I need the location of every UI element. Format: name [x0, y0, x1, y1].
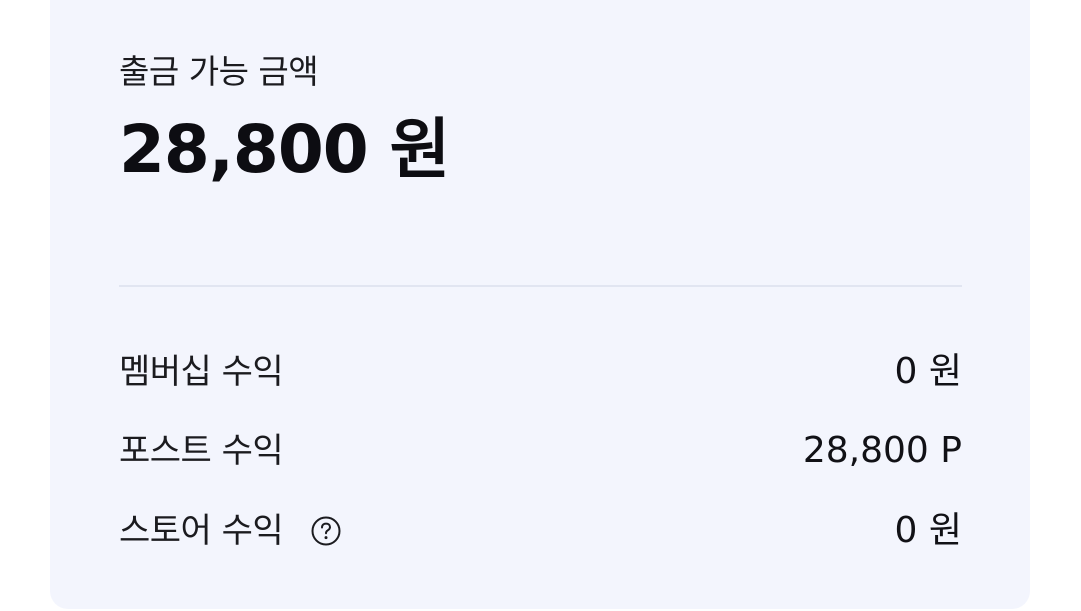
membership-earnings-value: 0 원 [894, 351, 962, 392]
post-earnings-value: 28,800 P [802, 430, 962, 471]
post-earnings-label: 포스트 수익 [119, 431, 284, 471]
help-circle-icon[interactable] [311, 516, 341, 546]
withdrawable-amount: 28,800 원 [119, 111, 450, 188]
store-earnings-value: 0 원 [894, 510, 962, 551]
post-earnings-row: 포스트 수익 28,800 P [119, 427, 962, 475]
withdrawable-label: 출금 가능 금액 [119, 52, 319, 91]
divider [119, 285, 962, 287]
membership-earnings-label: 멤버십 수익 [119, 352, 284, 392]
store-earnings-label: 스토어 수익 [119, 511, 284, 551]
membership-earnings-row: 멤버십 수익 0 원 [119, 348, 962, 396]
store-earnings-row: 스토어 수익 0 원 [119, 507, 962, 555]
